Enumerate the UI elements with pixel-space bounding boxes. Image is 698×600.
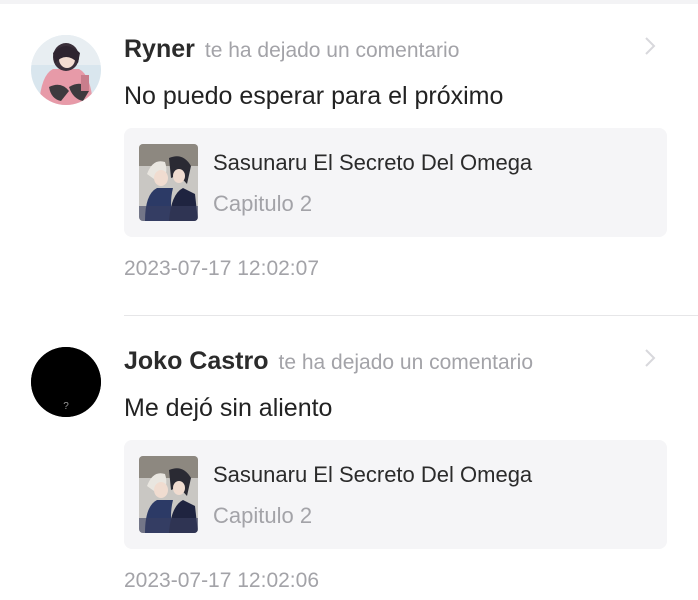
notification-item[interactable]: ? Joko Castro te ha dejado un comentario … [0,316,698,600]
work-card[interactable]: Sasunaru El Secreto Del Omega Capitulo 2 [124,440,667,549]
manga-cover-icon [139,456,198,533]
timestamp: 2023-07-17 12:02:07 [124,257,319,280]
default-black-avatar-icon: ? [31,347,101,417]
user-avatar[interactable] [31,35,101,105]
chapter-label: Capitulo 2 [213,503,313,528]
notification-header: Ryner te ha dejado un comentario [124,35,459,64]
action-text: te ha dejado un comentario [204,39,460,62]
cover-thumbnail [139,456,198,533]
action-text: te ha dejado un comentario [278,351,533,374]
cover-thumbnail [139,144,198,221]
timestamp: 2023-07-17 12:02:06 [124,569,319,592]
anime-girl-avatar-icon [31,35,101,105]
username[interactable]: Joko Castro [124,347,268,375]
notification-header: Joko Castro te ha dejado un comentario [124,347,533,376]
user-avatar[interactable]: ? [31,347,101,417]
comment-text: No puedo esperar para el próximo [124,82,504,110]
work-title: Sasunaru El Secreto Del Omega [213,462,533,487]
comment-text: Me dejó sin aliento [124,394,333,422]
chapter-label: Capitulo 2 [213,191,313,216]
svg-text:?: ? [63,401,69,412]
notification-item[interactable]: Ryner te ha dejado un comentario No puedo… [0,0,698,300]
chevron-right-icon[interactable] [643,36,657,56]
work-title: Sasunaru El Secreto Del Omega [213,150,533,175]
work-card[interactable]: Sasunaru El Secreto Del Omega Capitulo 2 [124,128,667,237]
username[interactable]: Ryner [124,35,195,63]
manga-cover-icon [139,144,198,221]
chevron-right-icon[interactable] [643,348,657,368]
